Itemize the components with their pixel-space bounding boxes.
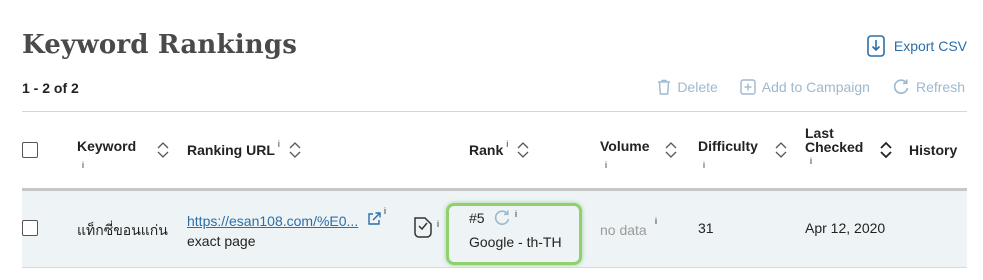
info-icon[interactable]: i: [515, 209, 517, 219]
delete-label: Delete: [677, 79, 718, 95]
select-all-checkbox[interactable]: [22, 142, 38, 158]
refresh-rank-icon[interactable]: [493, 209, 511, 230]
page-verified-icon[interactable]: [412, 215, 434, 242]
open-external-icon[interactable]: [366, 211, 382, 230]
column-volume-label: Volume: [600, 138, 650, 154]
trash-icon: [657, 79, 671, 95]
keyword-cell: แท็กซี่ขอนแก่น: [77, 222, 168, 238]
info-icon[interactable]: i: [437, 219, 439, 229]
refresh-label: Refresh: [915, 79, 965, 95]
info-icon[interactable]: i: [703, 160, 705, 170]
ranking-url-link[interactable]: https://esan108.com/%E0...: [187, 213, 358, 229]
sort-icon-active[interactable]: [879, 141, 893, 159]
difficulty-cell: 31: [698, 220, 714, 236]
info-icon[interactable]: i: [605, 160, 607, 170]
last-checked-cell: Apr 12, 2020: [805, 220, 886, 236]
info-icon[interactable]: i: [278, 139, 280, 149]
delete-button[interactable]: Delete: [657, 79, 718, 95]
download-icon: [866, 34, 886, 58]
result-count: 1 - 2 of 2: [22, 80, 79, 96]
table-row: แท็กซี่ขอนแก่น https://esan108.com/%E0..…: [22, 191, 967, 267]
search-engine-locale: Google - th-TH: [469, 234, 562, 250]
column-last-checked-label-2: Checked: [805, 139, 864, 155]
add-to-campaign-label: Add to Campaign: [761, 79, 870, 95]
sort-icon[interactable]: [516, 141, 530, 159]
select-all-cell: [22, 112, 38, 188]
table-header: Keyword i Ranking URL i Rank i Volume i …: [22, 112, 967, 188]
refresh-icon: [892, 78, 910, 96]
info-icon[interactable]: i: [384, 206, 386, 216]
row-divider: [22, 267, 967, 268]
column-keyword-label: Keyword: [77, 138, 137, 154]
column-rank[interactable]: Rank i: [469, 112, 530, 188]
column-volume[interactable]: Volume i: [600, 112, 678, 188]
page-title: Keyword Rankings: [22, 30, 298, 60]
column-rank-label: Rank: [469, 142, 504, 158]
column-keyword[interactable]: Keyword i: [77, 112, 170, 188]
export-csv-button[interactable]: Export CSV: [866, 34, 967, 58]
column-ranking-url-label: Ranking URL: [187, 142, 275, 158]
ranking-url-cell: https://esan108.com/%E0...: [187, 213, 358, 229]
export-csv-label: Export CSV: [893, 38, 967, 54]
add-square-icon: [740, 79, 756, 95]
info-icon[interactable]: i: [805, 154, 863, 168]
bulk-actions: Delete Add to Campaign Refresh: [657, 78, 965, 96]
column-history: History: [909, 112, 957, 188]
rank-value: #5: [469, 210, 485, 226]
column-ranking-url[interactable]: Ranking URL i: [187, 112, 302, 188]
column-difficulty[interactable]: Difficulty i: [698, 112, 788, 188]
column-last-checked-label-1: Last: [805, 125, 834, 141]
match-type: exact page: [187, 233, 256, 249]
sort-icon[interactable]: [774, 141, 788, 159]
info-icon[interactable]: i: [506, 139, 508, 149]
row-checkbox[interactable]: [22, 220, 38, 236]
column-last-checked[interactable]: Last Checked i: [805, 112, 893, 188]
refresh-button[interactable]: Refresh: [892, 78, 965, 96]
info-icon[interactable]: i: [82, 160, 84, 170]
info-icon[interactable]: i: [655, 216, 657, 226]
column-history-label: History: [909, 142, 958, 158]
sort-icon[interactable]: [288, 141, 302, 159]
row-select-cell: [22, 220, 38, 236]
column-difficulty-label: Difficulty: [698, 138, 758, 154]
add-to-campaign-button[interactable]: Add to Campaign: [740, 79, 870, 95]
sort-icon[interactable]: [156, 141, 170, 159]
volume-cell: no data: [600, 222, 647, 238]
sort-icon[interactable]: [664, 141, 678, 159]
